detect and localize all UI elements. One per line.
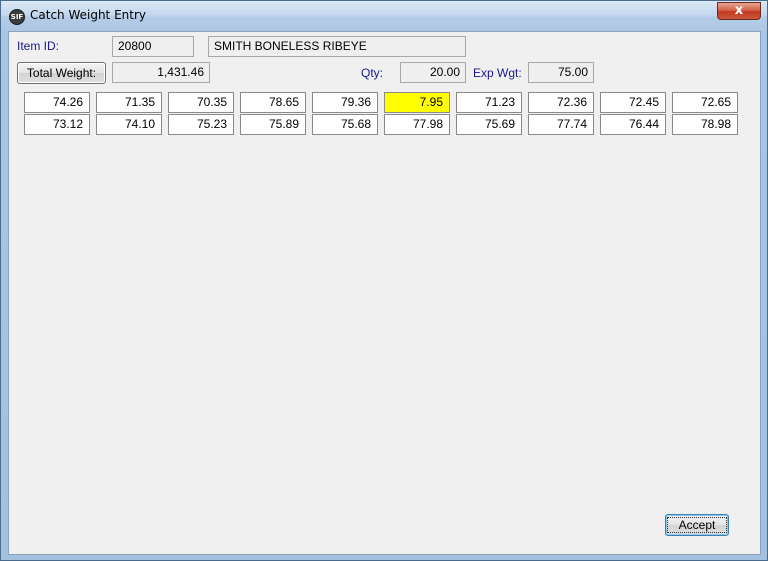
weight-cell[interactable]: 72.36 [528,92,594,113]
total-weight-button[interactable]: Total Weight: [17,62,106,84]
catch-weight-window: SIF Catch Weight Entry x Item ID: 20800 … [0,0,768,561]
weight-cell[interactable]: 78.98 [672,114,738,135]
weight-cell[interactable]: 75.23 [168,114,234,135]
weight-cell[interactable]: 79.36 [312,92,378,113]
weight-cell[interactable]: 72.45 [600,92,666,113]
weight-cell[interactable]: 75.89 [240,114,306,135]
app-icon: SIF [9,9,25,25]
window-title: Catch Weight Entry [30,8,147,22]
client-area: Item ID: 20800 SMITH BONELESS RIBEYE Tot… [8,31,761,555]
weight-cell[interactable]: 77.74 [528,114,594,135]
weight-cell[interactable]: 7.95 [384,92,450,113]
close-button[interactable]: x [717,2,761,20]
weight-cell[interactable]: 71.35 [96,92,162,113]
weight-cell[interactable]: 75.68 [312,114,378,135]
weight-cell[interactable]: 71.23 [456,92,522,113]
weight-cell[interactable]: 72.65 [672,92,738,113]
exp-wgt-label: Exp Wgt: [473,66,522,80]
weight-cell[interactable]: 70.35 [168,92,234,113]
exp-wgt-field[interactable]: 75.00 [528,62,594,83]
accept-button-label: Accept [666,517,728,533]
weight-cell[interactable]: 74.10 [96,114,162,135]
accept-button[interactable]: Accept [665,514,729,536]
item-id-label: Item ID: [17,39,60,53]
weight-cell[interactable]: 73.12 [24,114,90,135]
item-id-field[interactable]: 20800 [112,36,194,57]
weight-cell[interactable]: 75.69 [456,114,522,135]
qty-label: Qty: [361,66,384,80]
weight-cell[interactable]: 78.65 [240,92,306,113]
weight-cell[interactable]: 77.98 [384,114,450,135]
qty-field[interactable]: 20.00 [400,62,466,83]
title-bar[interactable]: SIF Catch Weight Entry x [1,1,767,31]
weight-cell[interactable]: 76.44 [600,114,666,135]
total-weight-field[interactable]: 1,431.46 [112,62,210,83]
weight-cell[interactable]: 74.26 [24,92,90,113]
item-description-field[interactable]: SMITH BONELESS RIBEYE [208,36,466,57]
